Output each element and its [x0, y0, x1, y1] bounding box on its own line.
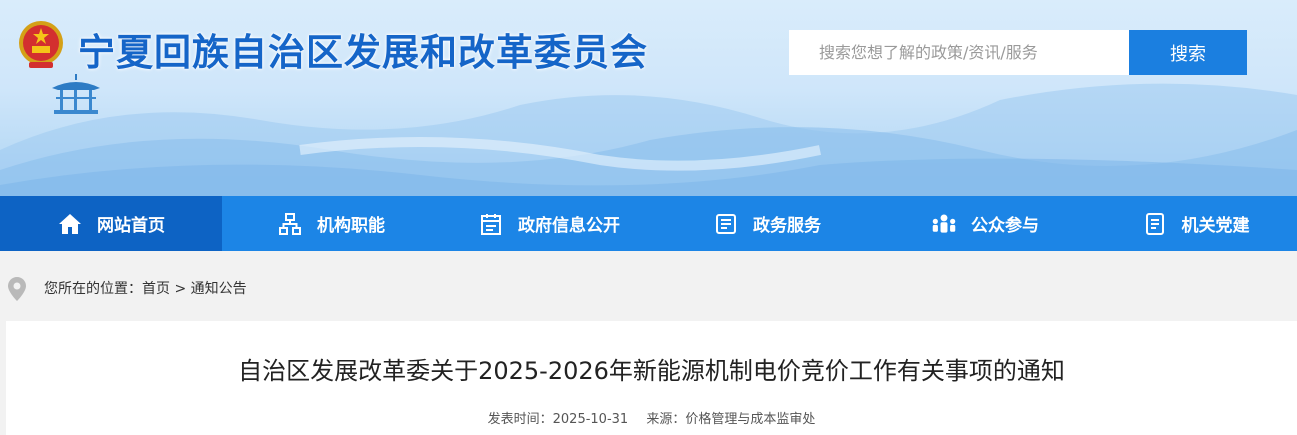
article-title: 自治区发展改革委关于2025-2026年新能源机制电价竞价工作有关事项的通知 [238, 357, 1065, 385]
article-meta: 发表时间：2025-10-31 来源：价格管理与成本监审处 [6, 408, 1297, 427]
breadcrumb-text: 您所在的位置：首页 > 通知公告 [44, 278, 247, 298]
main-nav: 网站首页 机构职能 政府信息公开 政务服务 公众参与 机关党建 [0, 196, 1297, 251]
breadcrumb-separator: > [174, 281, 187, 297]
source-label: 来源： [646, 412, 686, 427]
nav-item-label: 网站首页 [97, 216, 165, 236]
list-doc-icon [713, 211, 739, 237]
search-input[interactable] [789, 30, 1130, 75]
nav-item-participation[interactable]: 公众参与 [876, 196, 1094, 251]
nav-item-org[interactable]: 机构职能 [222, 196, 440, 251]
nav-item-label: 政务服务 [753, 216, 821, 236]
nav-item-label: 机关党建 [1181, 216, 1250, 236]
nav-item-info-public[interactable]: 政府信息公开 [440, 196, 658, 251]
breadcrumb-home-link[interactable]: 首页 [142, 281, 170, 297]
calendar-doc-icon [478, 211, 504, 237]
article-card: 自治区发展改革委关于2025-2026年新能源机制电价竞价工作有关事项的通知 发… [6, 321, 1297, 435]
source-value: 价格管理与成本监审处 [685, 412, 816, 427]
publish-label: 发表时间： [487, 412, 553, 427]
national-emblem-icon [19, 21, 63, 68]
nav-item-label: 机构职能 [317, 216, 385, 236]
header-banner: 宁夏回族自治区发展和改革委员会 搜索 [0, 0, 1297, 196]
nav-item-label: 政府信息公开 [518, 216, 620, 236]
nav-item-services[interactable]: 政务服务 [658, 196, 876, 251]
location-pin-icon [8, 277, 26, 301]
breadcrumb: 您所在的位置：首页 > 通知公告 [0, 251, 1297, 321]
search-button[interactable]: 搜索 [1129, 30, 1247, 75]
pavilion-icon [52, 74, 100, 114]
nav-item-party[interactable]: 机关党建 [1094, 196, 1297, 251]
breadcrumb-prefix: 您所在的位置： [44, 281, 142, 297]
people-icon [931, 211, 957, 237]
document-icon [1142, 211, 1168, 237]
home-icon [57, 211, 83, 237]
publish-date: 2025-10-31 [552, 412, 629, 427]
nav-item-label: 公众参与 [971, 216, 1039, 236]
nav-item-home[interactable]: 网站首页 [0, 196, 222, 251]
site-title: 宁夏回族自治区发展和改革委员会 [78, 30, 648, 74]
breadcrumb-current-link[interactable]: 通知公告 [191, 281, 247, 297]
org-chart-icon [277, 211, 303, 237]
